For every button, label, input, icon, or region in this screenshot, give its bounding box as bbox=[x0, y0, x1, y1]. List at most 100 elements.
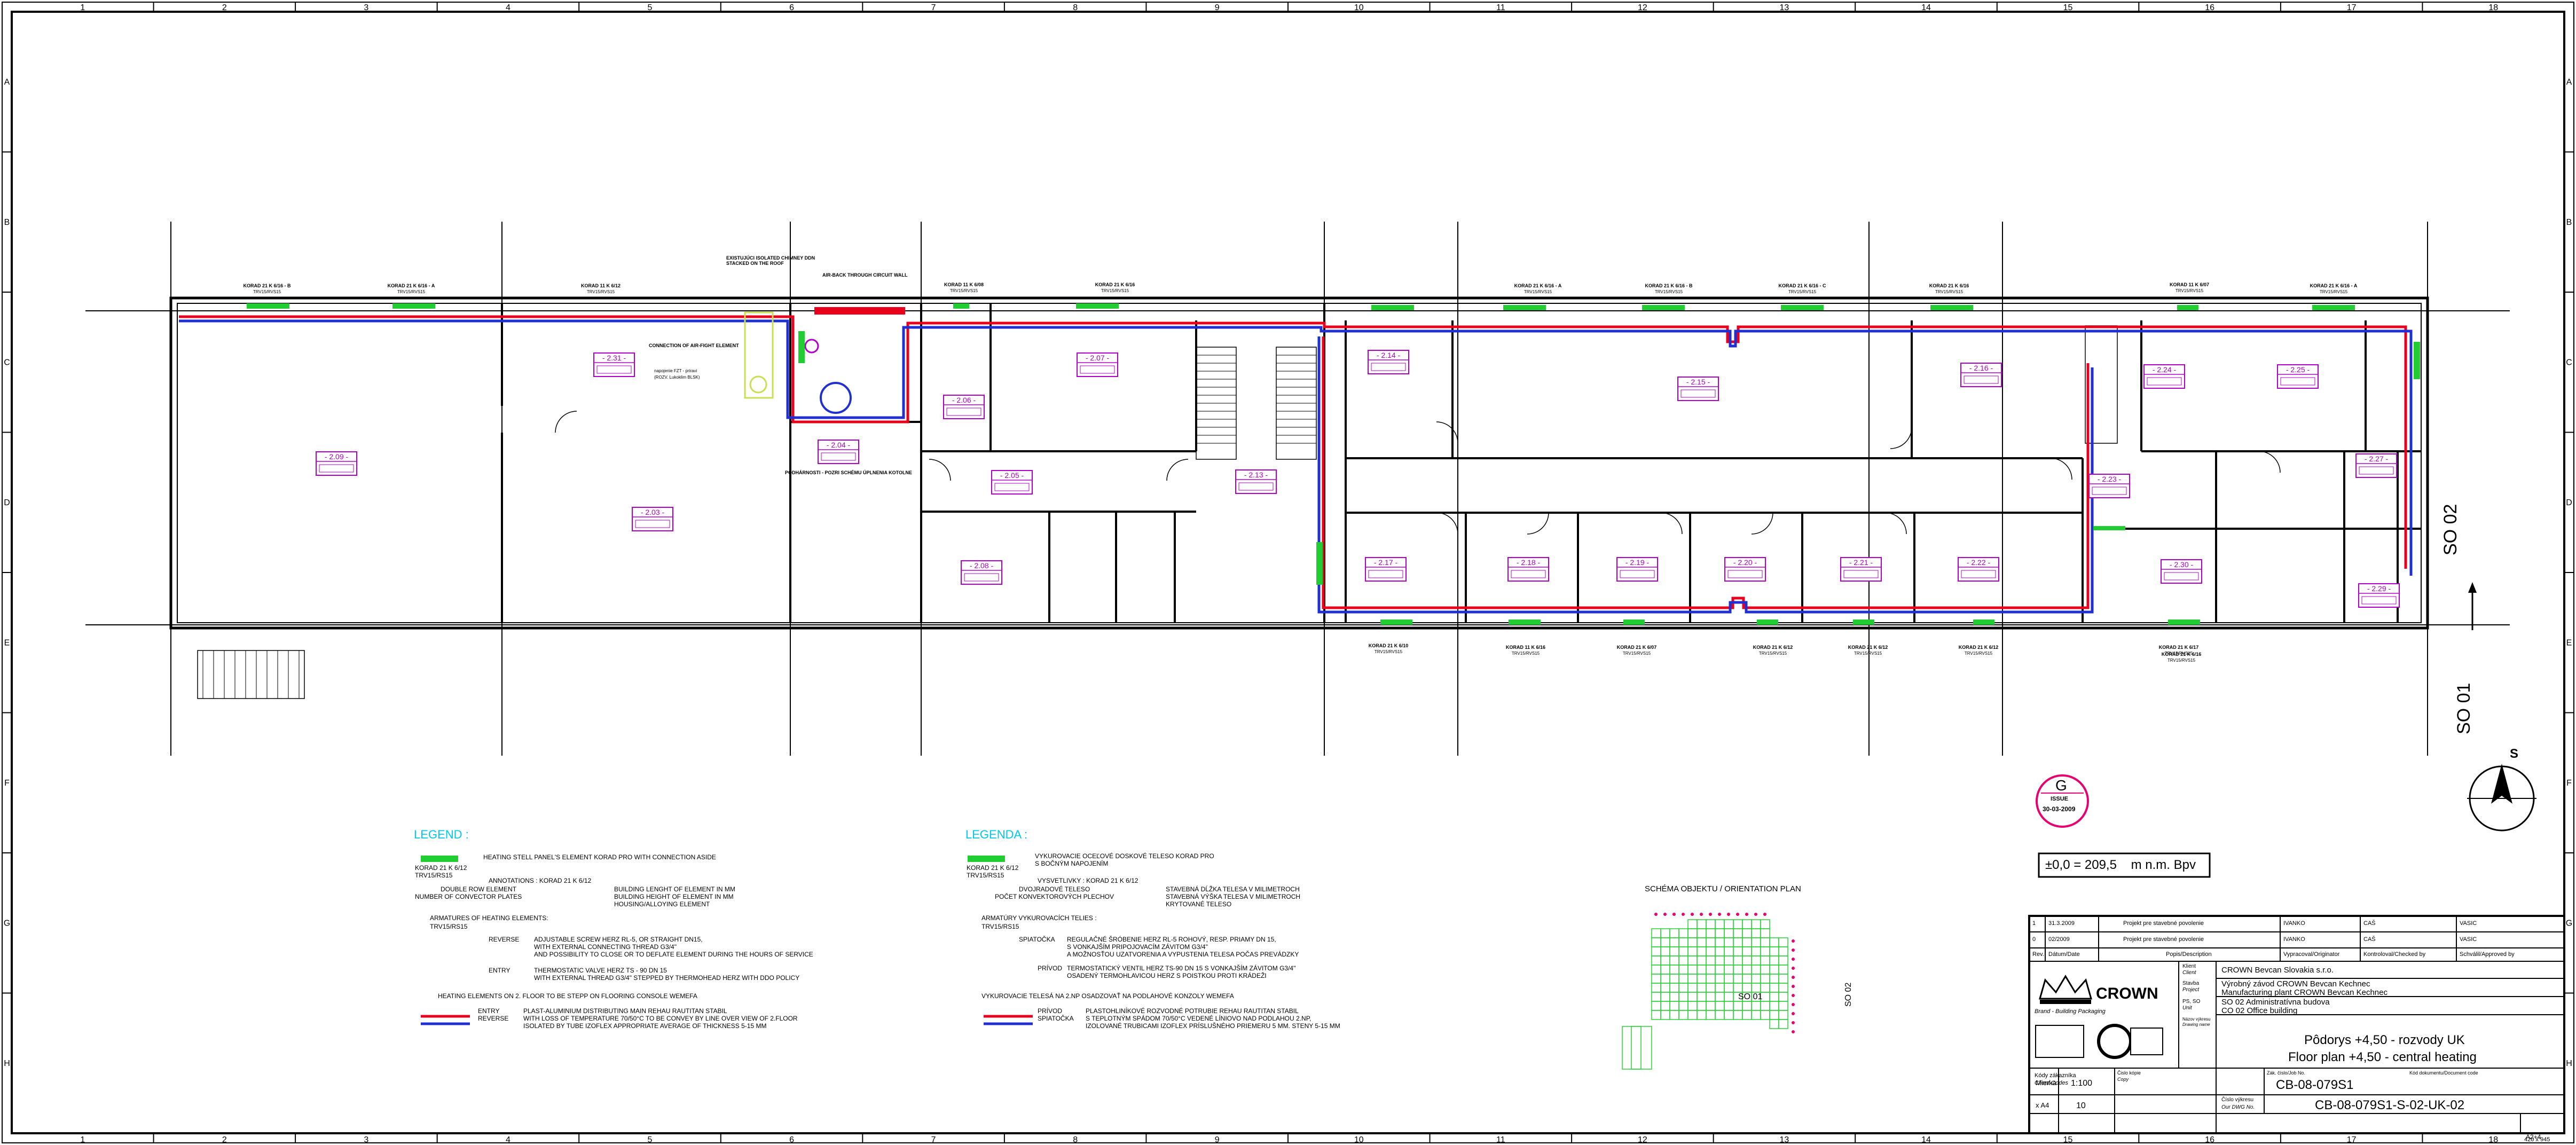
legend-en-p-entry: ENTRY bbox=[478, 1007, 500, 1015]
rev-header: Rev. bbox=[2032, 951, 2044, 958]
legend-en-annot: ANNOTATIONS : KORAD 21 K 6/12 bbox=[489, 877, 592, 884]
unit-label: PS, SO bbox=[2182, 999, 2201, 1005]
rev-date: 31.3.2009 bbox=[2048, 920, 2075, 927]
drawing-name-label: Názov výkresu bbox=[2182, 1017, 2211, 1022]
brand-name: CROWN bbox=[2096, 985, 2158, 1002]
rev-description: Projekt pre stavebné povolenie bbox=[2123, 936, 2204, 943]
legend-en-p1: PLAST-ALUMINIUM DISTRIBUTING MAIN REHAU … bbox=[523, 1007, 727, 1015]
rev-checked: CAŠ bbox=[2363, 920, 2376, 927]
legend-en-number: NUMBER OF CONVECTOR PLATES bbox=[415, 893, 522, 900]
rev-header: Schválil/Approved by bbox=[2460, 951, 2515, 958]
brand-sub: Brand - Building Packaging bbox=[2035, 1008, 2106, 1015]
project-value-1: Výrobný závod CROWN Bevcan Kechnec bbox=[2221, 979, 2370, 989]
legend-sk-sample1: KORAD 21 K 6/12 bbox=[967, 864, 1019, 872]
legend-sk-floor: VYKUROVACIE TELESÁ NA 2.NP OSADZOVAŤ NA … bbox=[981, 992, 1234, 1000]
scale-label-cell: Mierka bbox=[2036, 1079, 2057, 1087]
note-pipe: PODHÁRNOSTI - POZRI SCHÉMU ÚPLNENIA KOTO… bbox=[785, 470, 913, 475]
note-general-2: (ROZV. Lukoklim BLSK) bbox=[654, 375, 700, 380]
legend-sk-p2: S TEPLOTNÝM SPÁDOM 70/50°C VEDENÉ LÍNIOV… bbox=[1086, 1015, 1311, 1022]
legend-en-double: DOUBLE ROW ELEMENT bbox=[441, 885, 517, 893]
scale-value: 1:100 bbox=[2071, 1079, 2093, 1088]
legend-en-p3: ISOLATED BY TUBE IZOFLEX APPROPRIATE AVE… bbox=[523, 1022, 767, 1030]
legend-sk-house: KRYTOVANÉ TELESO bbox=[1166, 900, 1232, 908]
legend-sk-p1: PLASTOHLINÍKOVÉ ROZVODNÉ POTRUBIE REHAU … bbox=[1086, 1007, 1299, 1015]
client-codes-label: Kódy zákazníka bbox=[2035, 1072, 2076, 1079]
legend-sk-heat2: S BOČNÝM NAPOJENÍM bbox=[1035, 860, 1109, 867]
unit-value-2: CO 02 Office building bbox=[2221, 1006, 2298, 1015]
drawing-name-1: Pôdorys +4,50 - rozvody UK bbox=[2304, 1033, 2465, 1047]
legend-en-p-rev: REVERSE bbox=[478, 1015, 509, 1022]
rev-header: Kontroloval/Checked by bbox=[2363, 951, 2426, 958]
rev-header: Popis/Description bbox=[2166, 951, 2212, 958]
legend-sk-rev1: REGULAČNÉ ŠRÓBENIE HERZ RL-5 ROHOVÝ, RES… bbox=[1067, 936, 1276, 943]
rev-number: 1 bbox=[2032, 920, 2036, 927]
doc-code-label: Kód dokumentu/Document code bbox=[2409, 1070, 2478, 1076]
rev-originator: IVANKO bbox=[2283, 920, 2305, 927]
rev-approved: VASIC bbox=[2460, 936, 2477, 943]
title-block: CROWN Brand - Building Packaging Klient … bbox=[2029, 961, 2564, 1141]
rev-header: Vypracoval/Originator bbox=[2283, 951, 2340, 958]
legend-en-entry1: THERMOSTATIC VALVE HERZ TS - 90 DN 15 bbox=[534, 967, 667, 974]
legend-en-arm: ARMATURES OF HEATING ELEMENTS: bbox=[430, 914, 548, 922]
legend-sk-len: STAVEBNÁ DĹŽKA TELESA V MILIMETROCH bbox=[1166, 885, 1300, 893]
elevation-text: ±0,0 = 209,5 m n.m. Bpv bbox=[2045, 858, 2196, 872]
unit-label-en: Unit bbox=[2182, 1005, 2192, 1011]
drawing-name-2: Floor plan +4,50 - central heating bbox=[2288, 1050, 2477, 1064]
client-label-en: Client bbox=[2182, 970, 2196, 976]
legend-sk-number: POČET KONVEKTOROVÝCH PLECHOV bbox=[995, 893, 1114, 900]
project-label: Stavba bbox=[2182, 981, 2200, 986]
orientation-so01: SO 01 bbox=[1738, 992, 1763, 1001]
axis-so02-label: SO 02 bbox=[2440, 504, 2461, 555]
rev-approved: VASIC bbox=[2460, 920, 2477, 927]
legend-sk-title: LEGENDA : bbox=[965, 828, 1028, 841]
copy-label-en: Copy bbox=[2117, 1077, 2129, 1082]
project-value-2: Manufacturing plant CROWN Bevcan Kechnec bbox=[2221, 988, 2387, 997]
rev-description: Projekt pre stavebné povolenie bbox=[2123, 920, 2204, 927]
legend-sk-trv: TRV15/RS15 bbox=[981, 923, 1019, 930]
copy-label: Čislo kópie bbox=[2117, 1070, 2141, 1076]
unit-value-1: SO 02 Administratívna budova bbox=[2221, 998, 2330, 1007]
legend-sk-entry1: TERMOSTATICKÝ VENTIL HERZ TS-90 DN 15 S … bbox=[1067, 964, 1296, 972]
legend-en: LEGEND : HEATING STELL PANEL'S ELEMENT K… bbox=[414, 828, 852, 1052]
rev-date: 02/2009 bbox=[2048, 936, 2070, 943]
rev-number: 0 bbox=[2032, 936, 2036, 943]
client-value: CROWN Bevcan Slovakia s.r.o. bbox=[2221, 966, 2334, 975]
client-label: Klient bbox=[2182, 963, 2196, 969]
text-overlay: EXISTUJÚCI ISOLATED CHIMNEY DDN STACKED … bbox=[0, 0, 2576, 1145]
legend-sk-p-entry: PRÍVOD bbox=[1038, 1007, 1063, 1015]
xa4-label: x A4 bbox=[2036, 1101, 2049, 1109]
rev-originator: IVANKO bbox=[2283, 936, 2305, 943]
dwg-label-en: Our DWG No. bbox=[2221, 1104, 2255, 1110]
legend-en-hgt: BUILDING HEIGHT OF ELEMENT IN MM bbox=[614, 893, 734, 900]
legend-sk: LEGENDA : VYKUROVACIE OCEĽOVÉ DOSKOVÉ TE… bbox=[965, 828, 1403, 1052]
legend-en-entry2: WITH EXTERNAL THREAD G3/4" STEPPED BY TH… bbox=[534, 974, 800, 982]
rev-checked: CAŠ bbox=[2363, 936, 2376, 943]
legend-sk-entry2: OSADENÝ TERMOHLAVICOU HERZ S POISTKOU PR… bbox=[1067, 972, 1267, 979]
legend-en-p2: WITH LOSS OF TEMPERATURE 70/50°C TO BE C… bbox=[523, 1015, 798, 1022]
note-airfight: CONNECTION OF AIR-FIGHT ELEMENT bbox=[649, 343, 739, 348]
legend-sk-rev3: A MOŽNOSŤOU UZATVORENIA A VYPUSTENIA TEL… bbox=[1067, 951, 1299, 958]
axis-so01-label: SO 01 bbox=[2454, 683, 2474, 734]
legend-en-trv: TRV15/RS15 bbox=[430, 923, 468, 930]
legend-en-rev3: AND POSSIBILITY TO CLOSE OR TO DEFLATE E… bbox=[534, 951, 813, 958]
revision-table: 1 31.3.2009 Projekt pre stavebné povolenie… bbox=[2029, 916, 2564, 961]
legend-sk-heat: VYKUROVACIE OCEĽOVÉ DOSKOVÉ TELESO KORAD… bbox=[1035, 852, 1214, 860]
legend-sk-rev: SPIATOČKA bbox=[1019, 936, 1055, 943]
orientation-title: SCHÉMA OBJEKTU / ORIENTATION PLAN bbox=[1645, 884, 1801, 893]
paper-size-outside: 420 x 945 bbox=[2524, 1136, 2550, 1143]
legend-sk-annot: VYSVETLIVKY : KORAD 21 K 6/12 bbox=[1038, 877, 1138, 884]
job-no-label: Zák. číslo/Job No. bbox=[2267, 1070, 2306, 1076]
legend-en-sample2: TRV15/RS15 bbox=[415, 872, 453, 879]
dwg-label: Číslo výkresu bbox=[2221, 1097, 2254, 1103]
legend-sk-double: DVOJRADOVÉ TELESO bbox=[1019, 885, 1090, 893]
legend-sk-p3: IZOLOVANÉ TRUBICAMI IZOFLEX PRÍSLUŠNÉHO … bbox=[1086, 1022, 1340, 1030]
project-label-en: Project bbox=[2182, 987, 2200, 993]
legend-en-rev: REVERSE bbox=[489, 936, 520, 943]
note-general-1: napojenie FZT - priravi bbox=[654, 368, 697, 373]
legend-en-title: LEGEND : bbox=[414, 828, 469, 841]
note-passage: AIR-BACK THROUGH CIRCUIT WALL bbox=[822, 272, 908, 278]
issue-letter: G bbox=[2055, 777, 2067, 794]
dwg-number: CB-08-079S1-S-02-UK-02 bbox=[2315, 1098, 2465, 1112]
legend-en-len: BUILDING LENGHT OF ELEMENT IN MM bbox=[614, 885, 735, 893]
legend-en-house: HOUSING/ALLOYING ELEMENT bbox=[614, 900, 710, 908]
